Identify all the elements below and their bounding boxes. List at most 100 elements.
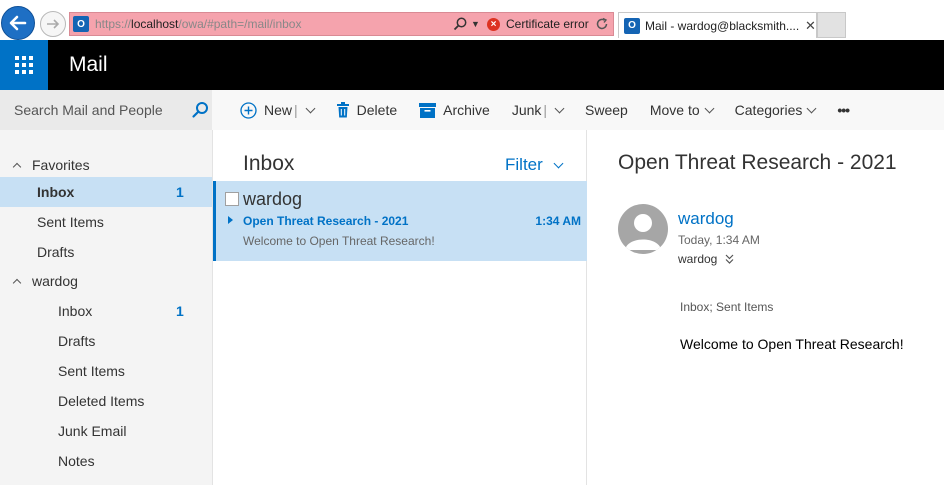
chevron-down-icon[interactable]	[554, 103, 565, 113]
message-body: Welcome to Open Threat Research!	[680, 336, 904, 352]
move-to-button[interactable]: Move to	[649, 102, 715, 118]
command-bar: New | Delete Archive Junk | Sweep Move t…	[212, 90, 944, 130]
message-folders: Inbox; Sent Items	[680, 300, 774, 314]
split-divider: |	[543, 102, 548, 118]
favorites-header-label: Favorites	[32, 157, 90, 173]
junk-button[interactable]: Junk |	[511, 102, 565, 118]
expand-conversation-icon[interactable]	[228, 216, 233, 224]
outlook-favicon-icon: O	[73, 16, 89, 32]
filter-label: Filter	[505, 155, 543, 174]
junk-button-label: Junk	[511, 102, 542, 118]
certificate-error-icon[interactable]: ×	[487, 17, 500, 31]
message-time: 1:34 AM	[535, 214, 581, 228]
expand-recipients-icon[interactable]	[725, 254, 734, 264]
trash-icon	[336, 102, 350, 118]
delete-button[interactable]: Delete	[336, 102, 397, 118]
sweep-button-label: Sweep	[585, 102, 628, 118]
chevron-down-icon	[704, 103, 715, 113]
url-path: /owa/#path=/mail/inbox	[178, 17, 302, 31]
folder-label: Inbox	[58, 303, 93, 319]
address-dropdown-icon[interactable]: ▼	[471, 19, 481, 29]
sender-name[interactable]: wardog	[678, 209, 734, 229]
browser-chrome: O https://localhost/owa/#path=/mail/inbo…	[0, 0, 944, 40]
account-header[interactable]: wardog	[12, 273, 78, 289]
favorite-folder-drafts[interactable]: Drafts	[0, 237, 212, 267]
split-divider: |	[294, 102, 298, 118]
collapse-caret-icon[interactable]	[12, 278, 22, 287]
certificate-error-label[interactable]: Certificate error	[506, 17, 589, 31]
archive-button-label: Archive	[443, 102, 490, 118]
filter-button[interactable]: Filter	[505, 155, 564, 175]
unread-count: 1	[176, 184, 184, 200]
chevron-down-icon[interactable]	[305, 103, 316, 113]
url-scheme: https://	[95, 17, 132, 31]
address-bar[interactable]: O https://localhost/owa/#path=/mail/inbo…	[69, 12, 614, 36]
folder-label: Deleted Items	[58, 393, 145, 409]
reading-subject: Open Threat Research - 2021	[618, 151, 897, 174]
categories-button[interactable]: Categories	[734, 102, 817, 118]
chevron-down-icon	[553, 158, 564, 168]
chevron-down-icon	[806, 103, 817, 113]
account-header-label: wardog	[32, 273, 78, 289]
more-commands-button[interactable]: •••	[837, 102, 850, 118]
reading-pane: Open Threat Research - 2021 wardog Today…	[588, 130, 944, 485]
folder-sent-items[interactable]: Sent Items	[0, 356, 212, 386]
folder-drafts[interactable]: Drafts	[0, 326, 212, 356]
refresh-icon[interactable]	[595, 17, 609, 31]
folder-label: Drafts	[37, 244, 75, 260]
tab-title: Mail - wardog@blacksmith....	[645, 18, 800, 33]
favorite-folder-inbox[interactable]: Inbox 1	[0, 177, 212, 207]
plus-circle-icon	[240, 101, 257, 119]
folder-inbox[interactable]: Inbox 1	[0, 296, 212, 326]
folder-label: Inbox	[37, 184, 75, 200]
new-button[interactable]: New |	[240, 101, 316, 119]
move-to-button-label: Move to	[649, 102, 700, 118]
app-title[interactable]: Mail	[69, 53, 108, 77]
recipients: wardog	[678, 252, 734, 266]
folder-label: Sent Items	[37, 214, 104, 230]
new-tab-button[interactable]	[817, 12, 846, 38]
folder-deleted-items[interactable]: Deleted Items	[0, 386, 212, 416]
message-item[interactable]: wardog Open Threat Research - 2021 1:34 …	[213, 181, 587, 261]
address-url[interactable]: https://localhost/owa/#path=/mail/inbox	[95, 17, 450, 31]
new-button-label: New	[264, 102, 293, 118]
folder-notes[interactable]: Notes	[0, 446, 212, 476]
arrow-right-icon	[47, 19, 60, 29]
search-icon[interactable]	[452, 16, 468, 32]
browser-tab[interactable]: O Mail - wardog@blacksmith.... ✕	[618, 12, 817, 38]
search-button[interactable]	[189, 99, 211, 121]
search-box[interactable]	[0, 90, 212, 130]
folder-label: Drafts	[58, 333, 96, 349]
close-tab-icon[interactable]: ✕	[805, 18, 816, 34]
app-launcher-button[interactable]	[0, 40, 48, 90]
avatar[interactable]	[618, 204, 668, 254]
unread-count: 1	[176, 303, 184, 319]
waffle-icon	[15, 56, 33, 74]
message-subject: Open Threat Research - 2021	[243, 214, 409, 228]
recipient-name[interactable]: wardog	[678, 252, 717, 266]
sweep-button[interactable]: Sweep	[585, 102, 628, 118]
ellipsis-icon: •••	[837, 102, 850, 118]
collapse-caret-icon[interactable]	[12, 162, 22, 171]
folder-pane: Favorites Inbox 1 Sent Items Drafts ward…	[0, 130, 212, 485]
sent-date: Today, 1:34 AM	[678, 233, 760, 247]
favorites-header[interactable]: Favorites	[12, 157, 90, 173]
archive-button[interactable]: Archive	[419, 102, 490, 118]
search-icon	[192, 102, 208, 118]
search-input[interactable]	[14, 102, 189, 118]
person-icon	[625, 214, 661, 250]
back-button[interactable]	[1, 6, 35, 40]
favorite-folder-sent-items[interactable]: Sent Items	[0, 207, 212, 237]
select-checkbox[interactable]	[225, 192, 239, 206]
forward-button[interactable]	[40, 11, 66, 37]
folder-junk-email[interactable]: Junk Email	[0, 416, 212, 446]
outlook-favicon-icon: O	[624, 17, 640, 34]
message-sender: wardog	[243, 189, 303, 209]
folder-label: Sent Items	[58, 363, 125, 379]
message-preview: Welcome to Open Threat Research!	[243, 234, 435, 248]
list-title: Inbox	[243, 152, 295, 175]
archive-icon	[419, 102, 437, 118]
arrow-left-icon	[9, 15, 27, 31]
delete-button-label: Delete	[356, 102, 398, 118]
categories-button-label: Categories	[734, 102, 803, 118]
